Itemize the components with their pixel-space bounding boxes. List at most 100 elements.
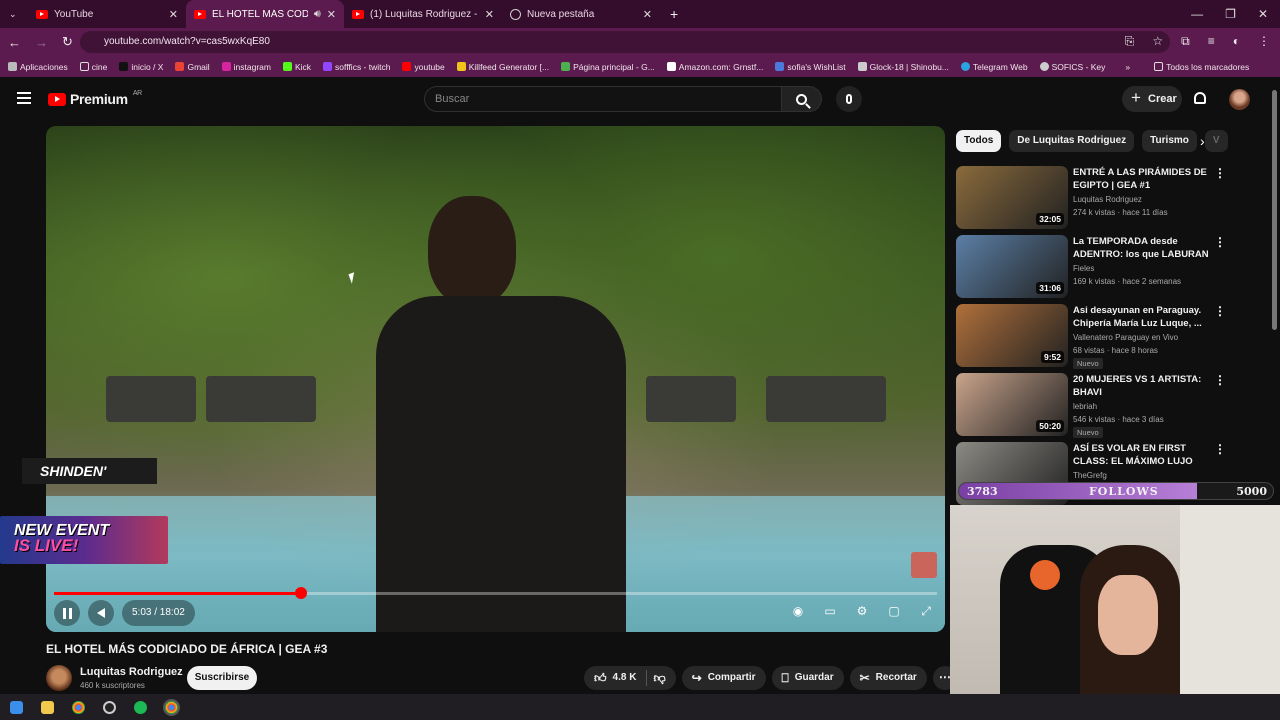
- chip-channel[interactable]: De Luquitas Rodriguez: [1009, 130, 1135, 152]
- volume-button[interactable]: [88, 600, 114, 626]
- video-thumbnail[interactable]: 32:05: [956, 166, 1068, 229]
- recommendation-channel[interactable]: Fieles: [1073, 264, 1094, 273]
- bookmark-cine[interactable]: cine: [79, 62, 107, 72]
- profile-icon[interactable]: ◐: [1233, 34, 1240, 49]
- search-button[interactable]: [782, 86, 822, 112]
- chip-partial[interactable]: V: [1204, 130, 1228, 152]
- recommendation-item[interactable]: 50:20 20 MUJERES VS 1 ARTISTA: BHAVI leb…: [956, 373, 1231, 442]
- more-options-icon[interactable]: ⋮: [1214, 166, 1226, 180]
- bookmark-wishlist[interactable]: sofia's WishList: [775, 62, 846, 72]
- close-icon[interactable]: ✕: [643, 8, 652, 21]
- more-options-icon[interactable]: ⋮: [1214, 304, 1226, 318]
- bookmark-glock[interactable]: Glock-18 | Shinobu...: [857, 62, 949, 72]
- obs-icon[interactable]: [103, 700, 116, 714]
- recommendation-channel[interactable]: TheGrefg: [1073, 471, 1107, 480]
- bookmark-gmail[interactable]: Gmail: [175, 62, 210, 72]
- share-button[interactable]: ↪ Compartir: [681, 666, 766, 690]
- close-icon[interactable]: ✕: [327, 8, 336, 21]
- back-icon[interactable]: ←: [8, 35, 21, 50]
- bookmark-instagram[interactable]: instagram: [221, 62, 271, 72]
- video-thumbnail[interactable]: 9:52: [956, 304, 1068, 367]
- recommendation-item[interactable]: 32:05 ENTRÉ A LAS PIRÁMIDES DE EGIPTO | …: [956, 166, 1231, 235]
- channel-watermark[interactable]: [911, 552, 937, 578]
- spotify-icon[interactable]: [134, 700, 147, 714]
- pause-button[interactable]: [54, 600, 80, 626]
- video-thumbnail[interactable]: 31:06: [956, 235, 1068, 298]
- avatar[interactable]: [1229, 89, 1250, 110]
- close-window-icon[interactable]: ✕: [1258, 7, 1268, 21]
- tab-youtube[interactable]: YouTube ✕: [28, 0, 186, 28]
- new-tab-button[interactable]: +: [660, 6, 688, 22]
- chrome-active-icon[interactable]: [163, 698, 180, 716]
- install-icon[interactable]: ⎘: [1125, 34, 1135, 49]
- channel-name[interactable]: Luquitas Rodriguez: [80, 666, 183, 678]
- close-icon[interactable]: ✕: [485, 8, 494, 21]
- recommendation-title[interactable]: La TEMPORADA desde ADENTRO: los que LABU…: [1073, 235, 1213, 261]
- forward-icon[interactable]: →: [35, 35, 48, 50]
- voice-search-button[interactable]: [836, 86, 862, 112]
- video-player[interactable]: 5:03 / 18:02 ◉ ▭ ⚙ ▢ ⤢: [46, 126, 945, 632]
- bookmark-x[interactable]: inicio / X: [119, 62, 163, 72]
- theater-mode-icon[interactable]: ▢: [885, 602, 903, 620]
- close-icon[interactable]: ✕: [169, 8, 178, 21]
- chevron-right-icon[interactable]: ›: [1200, 133, 1205, 149]
- chip-todos[interactable]: Todos: [956, 130, 1002, 152]
- bookmark-apps[interactable]: Aplicaciones: [8, 62, 68, 72]
- restore-icon[interactable]: ❐: [1225, 7, 1236, 21]
- address-bar[interactable]: youtube.com/watch?v=cas5wxKqE80: [80, 31, 1170, 53]
- recommendation-title[interactable]: Asi desayunan en Paraguay. Chipería Marí…: [1073, 304, 1213, 330]
- scrollbar[interactable]: [1272, 90, 1277, 330]
- recommendation-title[interactable]: ENTRÉ A LAS PIRÁMIDES DE EGIPTO | GEA #1: [1073, 166, 1213, 192]
- more-options-icon[interactable]: ⋮: [1214, 442, 1226, 456]
- bookmark-youtube[interactable]: youtube: [402, 62, 445, 72]
- subtitles-icon[interactable]: ▭: [821, 602, 839, 620]
- bookmark-all[interactable]: Todos los marcadores: [1154, 62, 1249, 72]
- notifications-icon[interactable]: [1194, 92, 1206, 104]
- audio-icon[interactable]: 🔊︎: [314, 8, 321, 21]
- recommendation-item[interactable]: 9:52 Asi desayunan en Paraguay. Chipería…: [956, 304, 1231, 373]
- settings-icon[interactable]: ⚙: [853, 602, 871, 620]
- clip-button[interactable]: ✂ Recortar: [849, 666, 927, 690]
- recommendation-item[interactable]: 31:06 La TEMPORADA desde ADENTRO: los qu…: [956, 235, 1231, 304]
- progress-bar[interactable]: [54, 587, 937, 599]
- more-options-icon[interactable]: ⋮: [1214, 373, 1226, 387]
- recommendation-channel[interactable]: lebriah: [1073, 402, 1097, 411]
- chrome-icon[interactable]: [72, 700, 85, 714]
- more-options-icon[interactable]: ⋮: [1214, 235, 1226, 249]
- search-input[interactable]: Buscar: [424, 86, 782, 112]
- video-thumbnail[interactable]: 50:20: [956, 373, 1068, 436]
- bookmark-telegram[interactable]: Telegram Web: [960, 62, 1028, 72]
- recommendation-channel[interactable]: Vallenatero Paraguay en Vivo: [1073, 333, 1178, 342]
- create-button[interactable]: Crear: [1122, 85, 1182, 112]
- tab-hotel-video[interactable]: EL HOTEL MÁS CODICIADO 🔊︎ ✕: [186, 0, 344, 28]
- minimize-icon[interactable]: —: [1191, 7, 1203, 21]
- like-button[interactable]: 👍︎ 4.8 K 👎︎: [584, 666, 676, 690]
- windows-start-icon[interactable]: [10, 700, 23, 714]
- bookmark-kick[interactable]: Kick: [282, 62, 311, 72]
- more-bookmarks-icon[interactable]: »: [1125, 62, 1130, 72]
- autoplay-toggle-icon[interactable]: ◉: [789, 602, 807, 620]
- youtube-premium-logo[interactable]: Premium AR: [48, 90, 142, 107]
- fullscreen-icon[interactable]: ⤢: [917, 602, 935, 620]
- chip-turismo[interactable]: Turismo: [1142, 130, 1197, 152]
- recommendation-channel[interactable]: Luquitas Rodriguez: [1073, 195, 1142, 204]
- tab-channel[interactable]: (1) Luquitas Rodriguez - YouTu ✕: [344, 0, 502, 28]
- bookmark-sofics[interactable]: SOFICS - Key: [1039, 62, 1105, 72]
- menu-icon[interactable]: [17, 92, 31, 104]
- media-icon[interactable]: ≡: [1208, 34, 1215, 49]
- bookmark-twitch[interactable]: sofffics - twitch: [323, 62, 390, 72]
- bookmark-google[interactable]: Página principal - G...: [561, 62, 655, 72]
- file-explorer-icon[interactable]: [41, 700, 54, 714]
- subscribe-button[interactable]: Suscribirse: [187, 666, 257, 690]
- tab-search-button[interactable]: ⌄: [0, 0, 28, 28]
- recommendation-item[interactable]: ASÍ ES VOLAR EN FIRST CLASS: EL MÁXIMO L…: [956, 442, 1231, 511]
- bookmark-killfeed[interactable]: Killfeed Generator [...: [456, 62, 549, 72]
- recommendation-title[interactable]: 20 MUJERES VS 1 ARTISTA: BHAVI: [1073, 373, 1213, 399]
- thumbs-down-icon[interactable]: 👎︎: [653, 666, 665, 690]
- save-button[interactable]: ⎕ Guardar: [771, 666, 844, 690]
- bookmark-amazon[interactable]: Amazon.com: Grnstf...: [666, 62, 763, 72]
- menu-icon[interactable]: ⋮: [1258, 34, 1270, 49]
- star-icon[interactable]: ☆: [1152, 34, 1163, 49]
- recommendation-title[interactable]: ASÍ ES VOLAR EN FIRST CLASS: EL MÁXIMO L…: [1073, 442, 1213, 468]
- channel-avatar[interactable]: [46, 665, 72, 691]
